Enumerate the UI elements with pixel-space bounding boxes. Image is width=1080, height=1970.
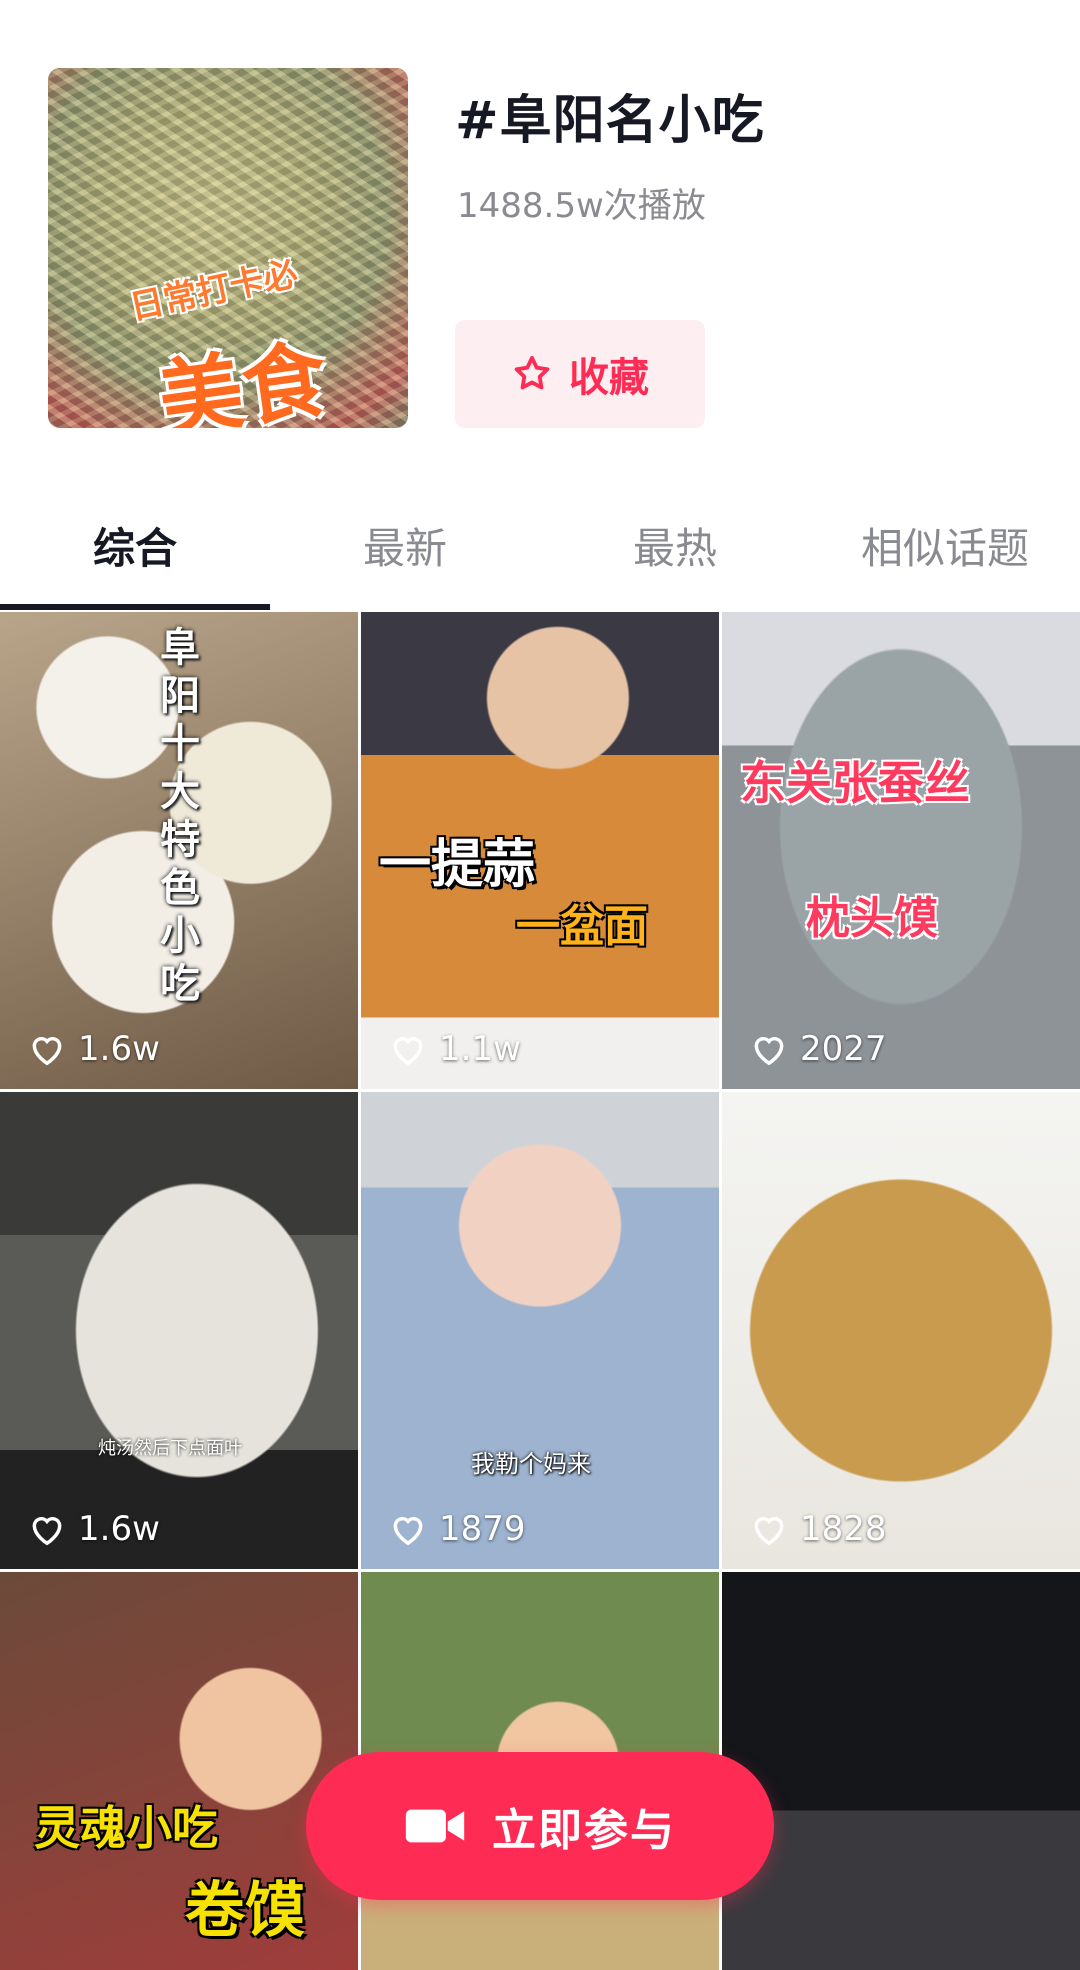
like-count: 2027 <box>750 1029 887 1069</box>
video-card[interactable]: 灵魂小吃 卷馍 <box>0 1572 358 1970</box>
topic-header: 日常打卡必 美食 #阜阳名小吃 1488.5w次播放 收藏 <box>0 0 1080 480</box>
like-count-value: 1.6w <box>78 1029 160 1069</box>
heart-icon <box>393 1517 423 1546</box>
favorite-label: 收藏 <box>569 355 649 401</box>
like-count-value: 1828 <box>800 1509 887 1549</box>
topic-cover-image: 日常打卡必 美食 <box>48 68 408 428</box>
video-overlay-text: 枕头馍 <box>806 893 938 944</box>
video-camera-icon <box>405 1809 465 1843</box>
video-overlay-text: 一提蒜 <box>379 835 536 895</box>
video-card[interactable]: 东关张蚕丝 枕头馍 2027 <box>722 612 1080 1089</box>
tab-active-indicator <box>0 604 270 610</box>
video-overlay-text: 阜阳十大特色小吃 <box>160 625 200 1007</box>
video-card[interactable]: 阜阳十大特色小吃 1.6w <box>0 612 358 1089</box>
like-count-value: 1879 <box>439 1509 526 1549</box>
heart-icon <box>754 1517 784 1546</box>
like-count: 1.6w <box>28 1509 160 1549</box>
play-count: 1488.5w次播放 <box>457 186 706 226</box>
heart-icon <box>754 1037 784 1066</box>
video-subtitle: 我勒个妈来 <box>471 1450 591 1478</box>
video-card[interactable] <box>722 1572 1080 1970</box>
like-count-value: 1.6w <box>78 1509 160 1549</box>
tab-bar: 综合 最新 最热 相似话题 <box>0 490 1080 610</box>
join-now-button[interactable]: 立即参与 <box>306 1752 774 1900</box>
video-card[interactable]: 炖汤然后下点面叶 1.6w <box>0 1092 358 1569</box>
like-count-value: 1.1w <box>439 1029 521 1069</box>
heart-icon <box>32 1037 62 1066</box>
like-count: 1879 <box>389 1509 526 1549</box>
favorite-button[interactable]: 收藏 <box>455 320 705 428</box>
topic-title: #阜阳名小吃 <box>455 91 765 151</box>
video-overlay-text: 灵魂小吃 <box>34 1801 218 1855</box>
tab-comprehensive[interactable]: 综合 <box>0 490 270 600</box>
tab-similar-topics[interactable]: 相似话题 <box>810 490 1080 600</box>
video-overlay-text: 卷馍 <box>185 1876 305 1946</box>
video-card[interactable]: 一提蒜 一盆面 1.1w <box>361 612 719 1089</box>
like-count: 1828 <box>750 1509 887 1549</box>
video-overlay-text: 一盆面 <box>516 901 648 952</box>
like-count: 1.1w <box>389 1029 521 1069</box>
video-overlay-text: 东关张蚕丝 <box>740 756 970 810</box>
heart-icon <box>32 1517 62 1546</box>
join-now-label: 立即参与 <box>492 1805 676 1856</box>
tab-latest[interactable]: 最新 <box>270 490 540 600</box>
video-subtitle: 炖汤然后下点面叶 <box>98 1438 242 1459</box>
tab-hottest[interactable]: 最热 <box>540 490 810 600</box>
star-icon <box>514 355 550 390</box>
video-card[interactable]: 1828 <box>722 1092 1080 1569</box>
video-card[interactable]: 我勒个妈来 1879 <box>361 1092 719 1569</box>
heart-icon <box>393 1037 423 1066</box>
like-count-value: 2027 <box>800 1029 887 1069</box>
like-count: 1.6w <box>28 1029 160 1069</box>
